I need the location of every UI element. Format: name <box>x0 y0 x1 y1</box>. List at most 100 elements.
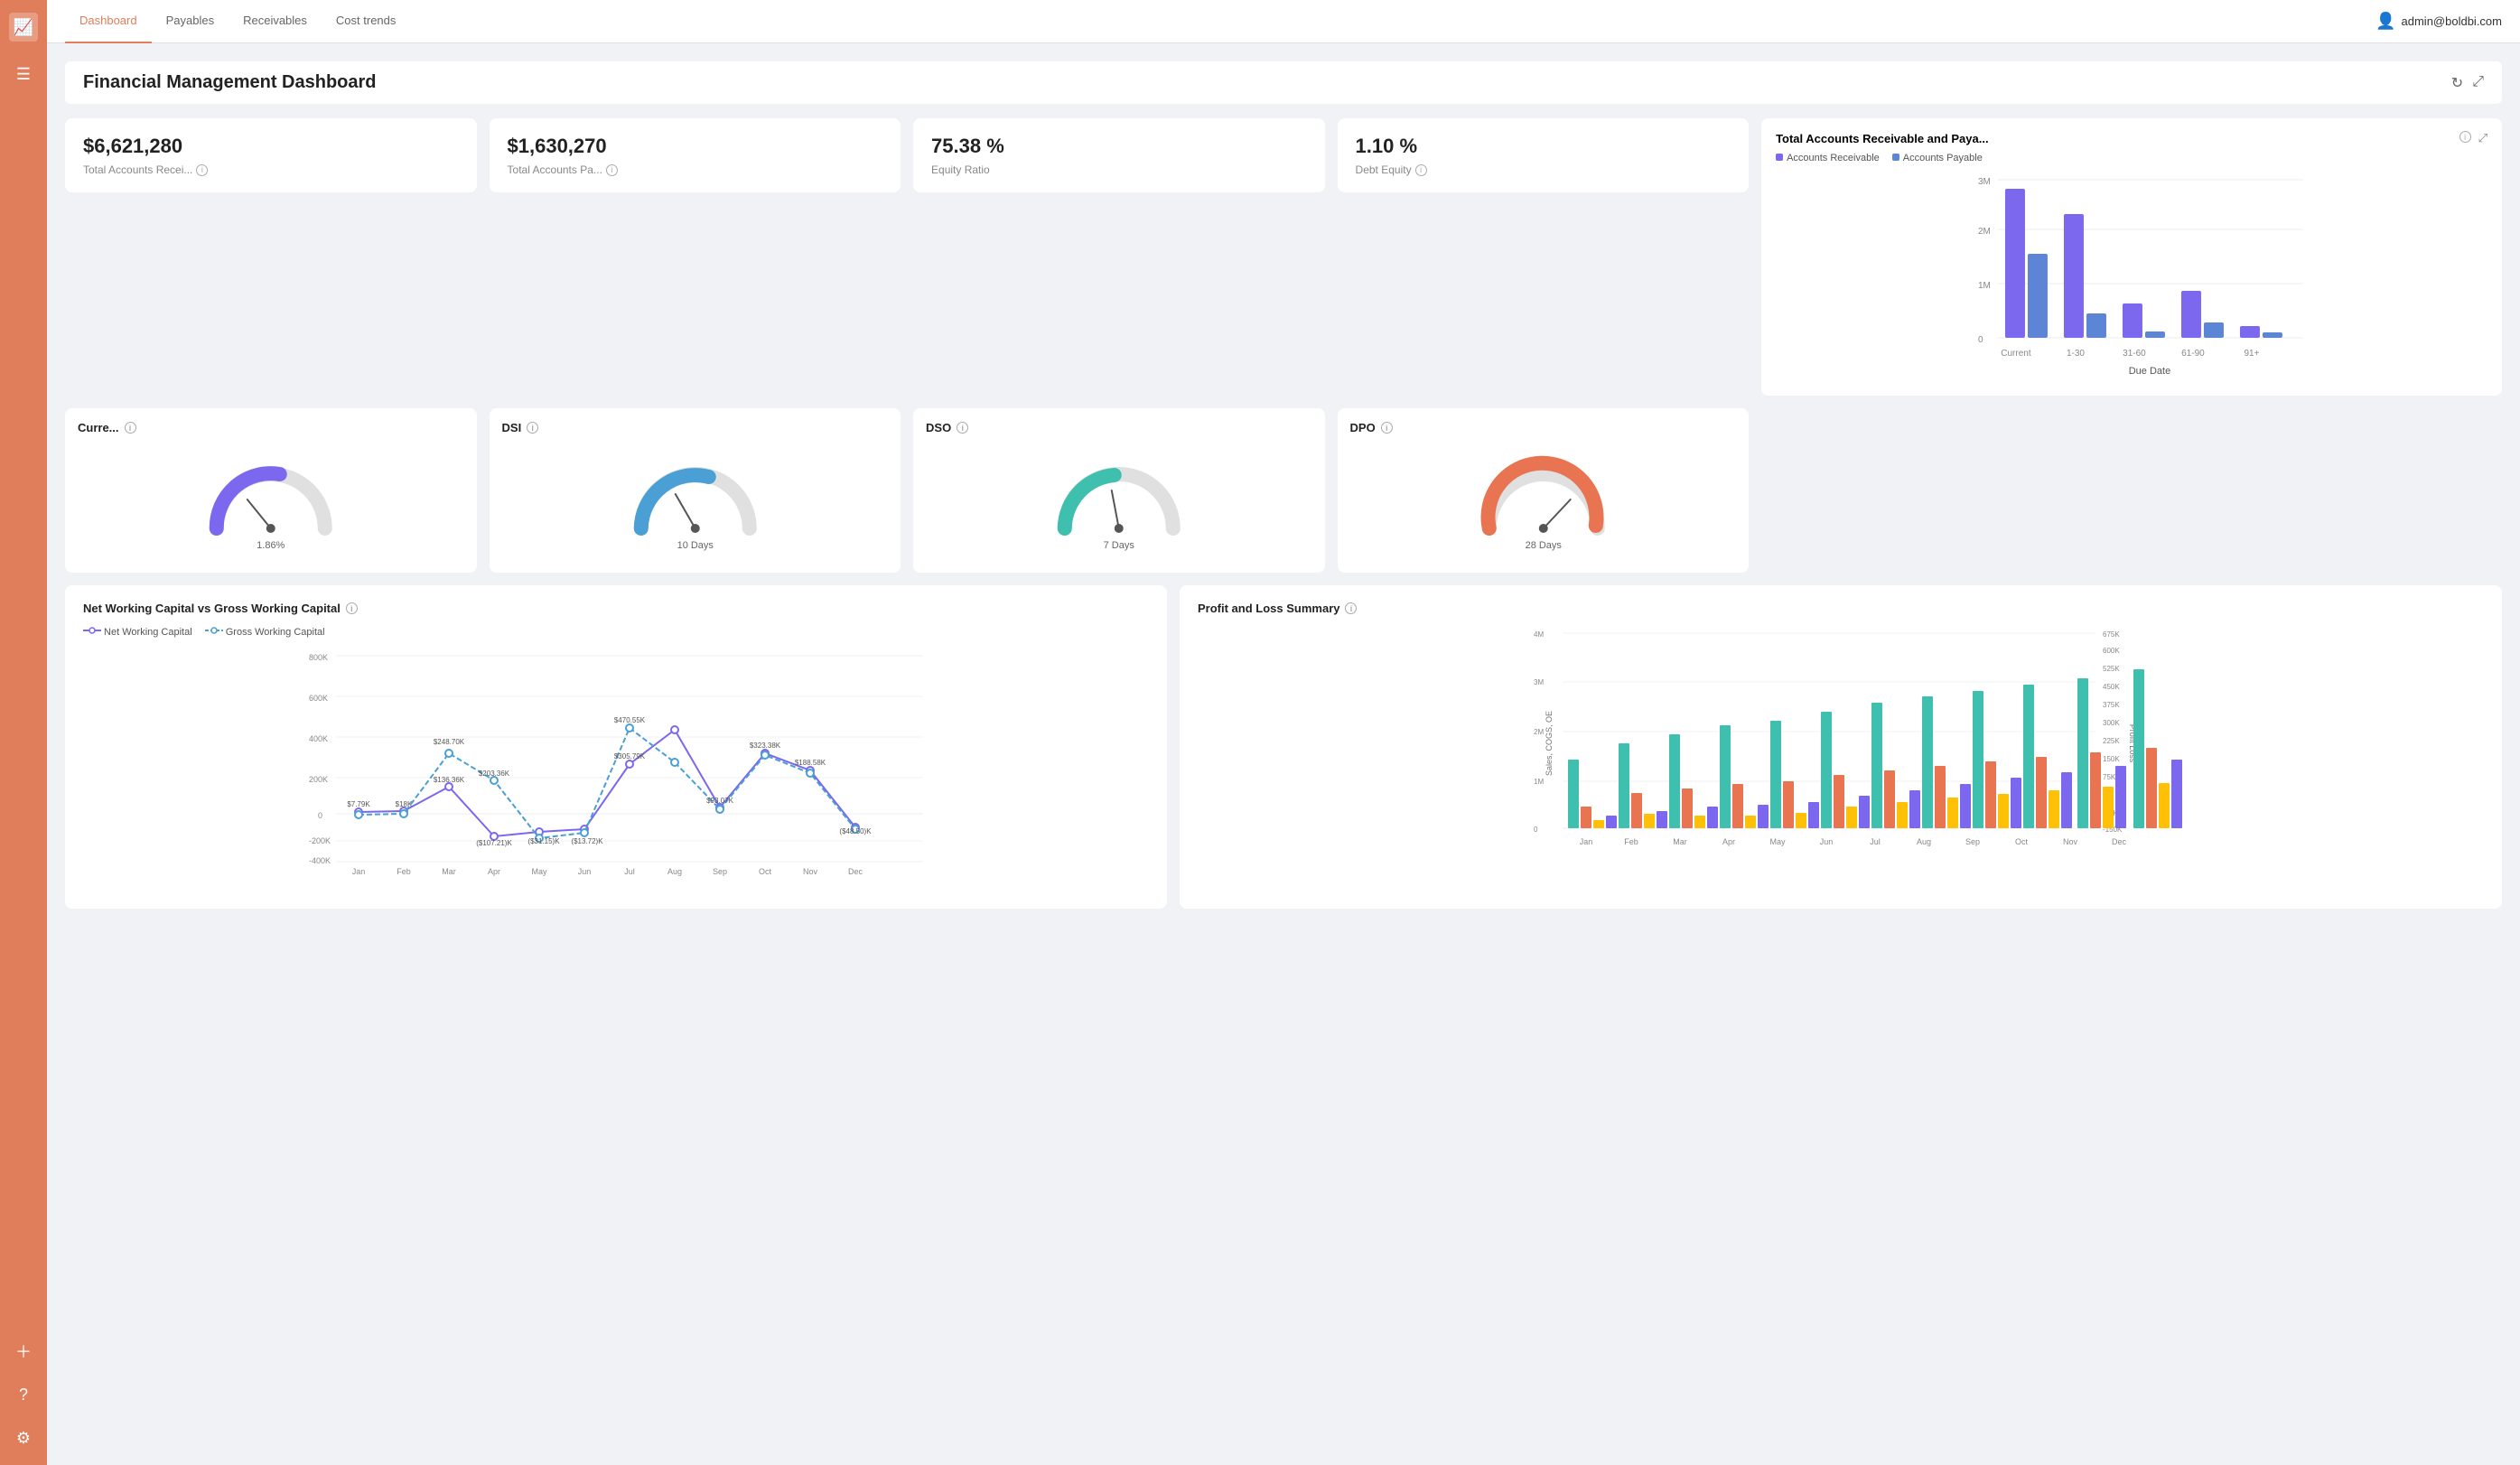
main-area: Dashboard Payables Receivables Cost tren… <box>47 0 2520 1465</box>
svg-text:525K: 525K <box>2103 665 2120 673</box>
add-icon[interactable]: ＋ <box>9 1337 38 1366</box>
menu-icon[interactable]: ☰ <box>9 60 38 89</box>
svg-text:Jun: Jun <box>578 867 592 876</box>
page-title: Financial Management Dashboard <box>83 72 377 93</box>
svg-text:Due Date: Due Date <box>2129 366 2170 377</box>
svg-text:$305.79K: $305.79K <box>614 752 646 760</box>
svg-text:225K: 225K <box>2103 737 2120 745</box>
pnl-chart-title: Profit and Loss Summary i <box>1198 602 2484 615</box>
gauge-current-ratio: Curre... i 1.86% <box>65 408 477 573</box>
svg-text:10 Days: 10 Days <box>677 540 714 551</box>
top-navigation: Dashboard Payables Receivables Cost tren… <box>47 0 2520 43</box>
svg-text:Mar: Mar <box>442 867 456 876</box>
svg-text:1-30: 1-30 <box>2067 349 2085 359</box>
info-icon-current[interactable]: i <box>125 422 136 434</box>
info-icon-pnl[interactable]: i <box>1345 602 1357 614</box>
svg-text:2M: 2M <box>1978 227 1991 237</box>
kpi-label-equity: Equity Ratio <box>931 163 1307 176</box>
nwc-chart-svg: 800K 600K 400K 200K 0 -200K -400K <box>83 647 1149 872</box>
svg-text:7 Days: 7 Days <box>1104 540 1135 551</box>
pnl-chart-card: Profit and Loss Summary i 4M 3M 2M 1M 0 … <box>1180 585 2502 909</box>
svg-text:91+: 91+ <box>2245 349 2260 359</box>
tab-receivables[interactable]: Receivables <box>229 0 322 43</box>
gauge-current-svg: 1.86% <box>78 438 464 555</box>
svg-text:($31.15)K: ($31.15)K <box>527 837 560 845</box>
kpi-card-accounts-payable: $1,630,270 Total Accounts Pa... i <box>490 118 901 192</box>
svg-text:Jul: Jul <box>624 867 635 876</box>
svg-text:$18K: $18K <box>396 800 413 808</box>
svg-text:($107.21)K: ($107.21)K <box>476 839 512 847</box>
sidebar: 📈 ☰ ＋ ? ⚙ <box>0 0 47 1465</box>
svg-text:800K: 800K <box>309 653 328 662</box>
info-icon-nwc[interactable]: i <box>346 602 358 614</box>
tab-payables[interactable]: Payables <box>152 0 229 43</box>
info-icon-ap[interactable]: i <box>606 164 618 176</box>
svg-text:Feb: Feb <box>1624 837 1638 846</box>
help-icon[interactable]: ? <box>9 1380 38 1409</box>
svg-text:Oct: Oct <box>2015 837 2029 846</box>
bottom-charts-row: Net Working Capital vs Gross Working Cap… <box>65 585 2502 909</box>
svg-text:Sep: Sep <box>1965 837 1980 846</box>
svg-text:$203.36K: $203.36K <box>479 770 510 778</box>
gauge-dpo-svg: 28 Days <box>1350 438 1737 555</box>
gauge-title-current: Curre... i <box>78 421 464 434</box>
svg-text:1M: 1M <box>1534 778 1544 786</box>
svg-text:200K: 200K <box>309 775 328 784</box>
refresh-icon[interactable]: ↻ <box>2451 74 2463 92</box>
svg-text:400K: 400K <box>309 734 328 743</box>
tab-dashboard[interactable]: Dashboard <box>65 0 152 43</box>
svg-text:Apr: Apr <box>1722 837 1735 846</box>
svg-text:Jan: Jan <box>1580 837 1593 846</box>
svg-text:3M: 3M <box>1534 678 1544 686</box>
kpi-label-ar: Total Accounts Recei... i <box>83 163 459 176</box>
svg-text:Jan: Jan <box>352 867 366 876</box>
ar-ap-legend: Accounts Receivable Accounts Payable <box>1776 153 2487 163</box>
svg-text:$136.36K: $136.36K <box>434 776 465 784</box>
kpi-value-equity: 75.38 % <box>931 135 1307 158</box>
dashboard-content: Financial Management Dashboard ↻ ⤢ $6,62… <box>47 43 2520 1465</box>
expand-arap-icon[interactable]: ⤢ <box>2478 131 2487 145</box>
svg-text:4M: 4M <box>1534 630 1544 639</box>
kpi-label-ap: Total Accounts Pa... i <box>508 163 883 176</box>
svg-text:61-90: 61-90 <box>2181 349 2205 359</box>
tab-cost-trends[interactable]: Cost trends <box>322 0 410 43</box>
gauge-title-dso: DSO i <box>926 421 1312 434</box>
gauge-dso-svg: 7 Days <box>926 438 1312 555</box>
svg-text:May: May <box>1769 837 1786 846</box>
trend-icon[interactable]: 📈 <box>9 13 38 42</box>
svg-text:Feb: Feb <box>397 867 411 876</box>
info-icon-dso[interactable]: i <box>957 422 968 434</box>
info-icon-dpo[interactable]: i <box>1381 422 1393 434</box>
settings-icon[interactable]: ⚙ <box>9 1423 38 1452</box>
info-icon-debt[interactable]: i <box>1415 164 1427 176</box>
gauge-title-dpo: DPO i <box>1350 421 1737 434</box>
info-icon-ar[interactable]: i <box>196 164 208 176</box>
ar-ap-chart-card: Total Accounts Receivable and Paya... i … <box>1761 118 2502 396</box>
svg-text:$323.38K: $323.38K <box>750 742 781 750</box>
svg-text:-200K: -200K <box>309 836 331 845</box>
expand-icon[interactable]: ⤢ <box>2472 74 2484 92</box>
info-icon-arap[interactable]: i <box>2459 131 2471 143</box>
svg-text:450K: 450K <box>2103 683 2120 691</box>
svg-text:Dec: Dec <box>848 867 863 876</box>
kpi-label-debt: Debt Equity i <box>1356 163 1731 176</box>
svg-text:May: May <box>531 867 547 876</box>
svg-text:Oct: Oct <box>759 867 772 876</box>
svg-text:75K: 75K <box>2103 773 2116 781</box>
user-icon: 👤 <box>2375 12 2395 31</box>
svg-text:0: 0 <box>1534 826 1538 834</box>
gauge-dsi: DSI i 10 Days <box>490 408 901 573</box>
info-icon-dsi[interactable]: i <box>527 422 538 434</box>
svg-text:Nov: Nov <box>803 867 818 876</box>
user-email: admin@boldbi.com <box>2402 14 2502 28</box>
gauge-title-dsi: DSI i <box>502 421 889 434</box>
ar-ap-chart: 3M 2M 1M 0 <box>1776 171 2487 378</box>
svg-text:Dec: Dec <box>2112 837 2127 846</box>
svg-text:0: 0 <box>1978 335 1983 345</box>
svg-text:1M: 1M <box>1978 281 1991 291</box>
header-actions: ↻ ⤢ <box>2451 74 2484 92</box>
svg-text:($13.72)K: ($13.72)K <box>571 837 603 845</box>
svg-text:Aug: Aug <box>667 867 682 876</box>
svg-text:28 Days: 28 Days <box>1525 540 1562 551</box>
kpi-card-accounts-receivable: $6,621,280 Total Accounts Recei... i <box>65 118 477 192</box>
